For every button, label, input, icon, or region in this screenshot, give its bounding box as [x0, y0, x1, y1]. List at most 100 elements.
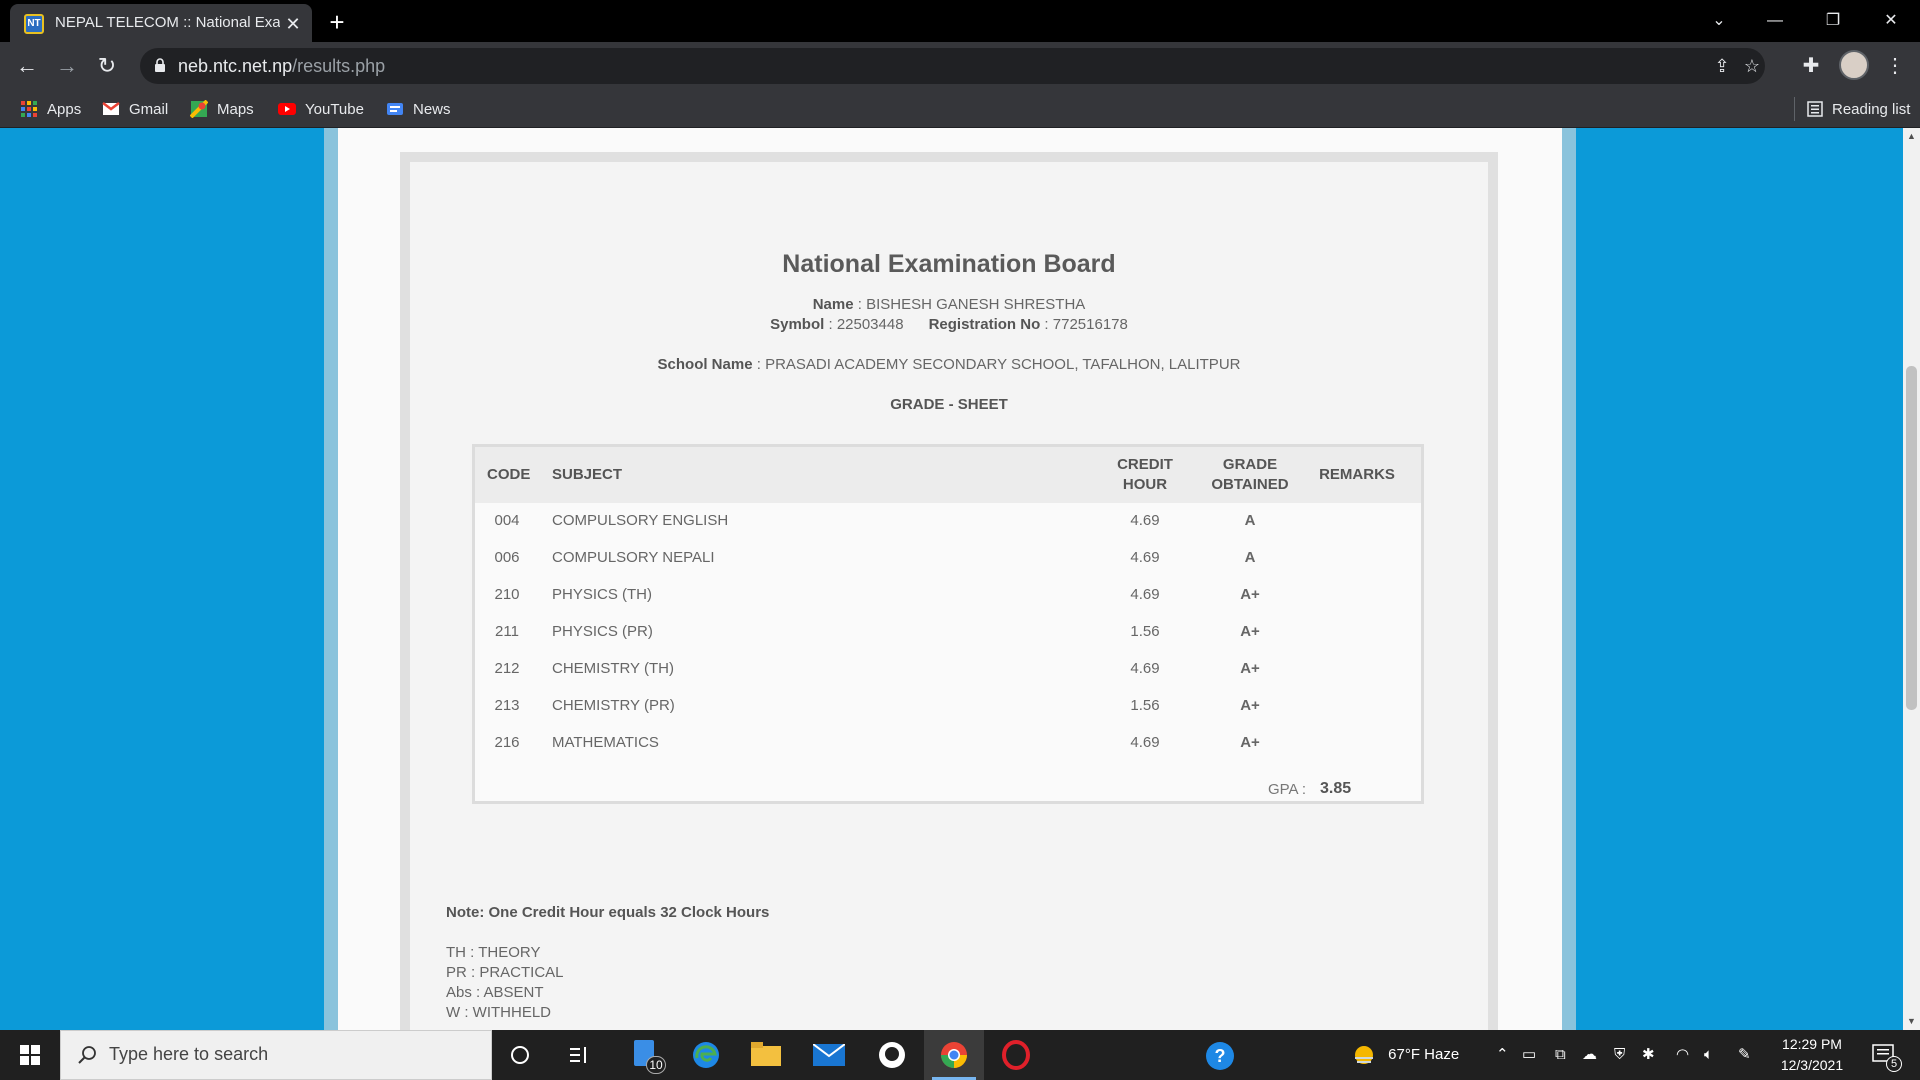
symbol-number: 22503448 — [836, 316, 904, 333]
close-window-button[interactable]: ✕ — [1868, 6, 1914, 36]
battery-icon[interactable]: ▭ — [1522, 1030, 1536, 1080]
header-grade-obtained: GRADE OBTAINED — [1200, 455, 1300, 495]
bookmark-youtube[interactable]: YouTube — [278, 97, 364, 121]
taskbar-app-github[interactable] — [862, 1030, 922, 1080]
taskbar-app-opera[interactable] — [986, 1030, 1046, 1080]
weather-widget[interactable]: 67°F Haze — [1352, 1030, 1459, 1080]
cortana-button[interactable] — [490, 1030, 550, 1080]
cell-subject: PHYSICS (TH) — [552, 586, 653, 603]
menu-kebab-icon[interactable]: ⋮ — [1880, 51, 1910, 81]
start-button[interactable] — [0, 1030, 60, 1080]
url-text[interactable]: neb.ntc.net.np/results.php — [178, 56, 385, 77]
cell-code: 213 — [494, 697, 520, 714]
cell-code: 210 — [494, 586, 520, 603]
taskbar-search-box[interactable]: Type here to search — [60, 1030, 492, 1080]
reload-button[interactable]: ↻ — [92, 51, 122, 81]
bookmark-label: Apps — [47, 100, 82, 118]
header-credit-hour: CREDIT HOUR — [1105, 455, 1185, 495]
symbol-label: Symbol — [770, 316, 825, 333]
bookmark-label: YouTube — [305, 100, 364, 118]
bookmark-star-icon[interactable]: ☆ — [1740, 54, 1764, 78]
new-tab-button[interactable]: + — [322, 8, 352, 36]
show-hidden-icons[interactable]: ⌃ — [1496, 1030, 1509, 1080]
browser-tab[interactable]: NT NEPAL TELECOM :: National Exam ✕ — [10, 4, 312, 42]
cell-subject: PHYSICS (PR) — [552, 623, 653, 640]
help-app-button[interactable]: ? — [1190, 1030, 1250, 1080]
opera-icon — [1001, 1040, 1031, 1070]
minimize-button[interactable]: — — [1752, 6, 1798, 36]
meet-now-icon[interactable]: ⧉ — [1555, 1030, 1566, 1080]
action-center-button[interactable]: 5 — [1868, 1030, 1908, 1080]
taskbar-app-file-explorer[interactable] — [737, 1030, 797, 1080]
credit-hour-note: Note: One Credit Hour equals 32 Clock Ho… — [446, 904, 770, 921]
scroll-up-icon[interactable]: ▲ — [1903, 128, 1920, 145]
registration-label: Registration No — [928, 316, 1041, 333]
header-subject: SUBJECT — [552, 466, 623, 483]
taskbar-app-mail[interactable] — [799, 1030, 859, 1080]
header-code: CODE — [487, 466, 531, 483]
header-credit-line2: HOUR — [1122, 476, 1168, 493]
name-label: Name — [812, 296, 854, 313]
student-name: BISHESH GANESH SHRESTHA — [866, 296, 1086, 313]
abbreviation-item: TH : THEORY — [446, 944, 541, 961]
restore-button[interactable]: ❐ — [1810, 6, 1856, 36]
cortana-circle-icon — [510, 1045, 530, 1065]
gmail-icon — [102, 100, 120, 118]
school-label: School Name — [657, 356, 753, 373]
browser-toolbar: ← → ↻ neb.ntc.net.np/results.php ⇪ ☆ ✚ ⋮ — [0, 42, 1920, 90]
scroll-down-icon[interactable]: ▼ — [1903, 1013, 1920, 1030]
student-name-line: Name : BISHESH GANESH SHRESTHA — [812, 296, 1086, 313]
table-row: 210 PHYSICS (TH) 4.69 A+ — [475, 577, 1421, 614]
reading-list-button[interactable]: Reading list — [1794, 97, 1910, 121]
taskbar-app-edge[interactable] — [676, 1030, 736, 1080]
wifi-icon[interactable]: ◠ — [1676, 1030, 1689, 1080]
tab-title: NEPAL TELECOM :: National Exam — [55, 14, 280, 31]
onedrive-cloud-icon[interactable]: ☁ — [1582, 1030, 1597, 1080]
grade-sheet-title: GRADE - SHEET — [890, 396, 1008, 413]
address-bar[interactable]: neb.ntc.net.np/results.php ⇪ ☆ — [140, 48, 1765, 84]
bookmark-news[interactable]: News — [386, 97, 451, 121]
cell-code: 212 — [494, 660, 520, 677]
page-viewport: National Examination Board Name : BISHES… — [0, 128, 1903, 1030]
bookmark-label: Gmail — [129, 100, 169, 118]
notification-app-icon[interactable]: ✱ — [1642, 1030, 1655, 1080]
school-name: PRASADI ACADEMY SECONDARY SCHOOL, TAFALH… — [765, 356, 1241, 373]
tab-search-icon[interactable]: ⌄ — [1696, 6, 1742, 36]
table-row: 211 PHYSICS (PR) 1.56 A+ — [475, 614, 1421, 651]
task-view-button[interactable] — [550, 1030, 610, 1080]
search-icon — [77, 1045, 97, 1065]
youtube-icon — [278, 100, 296, 118]
back-button[interactable]: ← — [12, 51, 42, 81]
right-border-band — [1562, 128, 1576, 1030]
cell-subject: MATHEMATICS — [552, 734, 659, 751]
share-icon[interactable]: ⇪ — [1710, 54, 1734, 78]
cell-credit: 4.69 — [1130, 549, 1160, 566]
folder-icon — [751, 1042, 781, 1068]
page-scrollbar[interactable]: ▲ ▼ — [1903, 128, 1920, 1030]
pen-workspace-icon[interactable]: ✎ — [1738, 1030, 1751, 1080]
app-badge: 10 — [646, 1056, 666, 1074]
system-clock[interactable]: 12:29 PM 12/3/2021 — [1772, 1034, 1852, 1076]
cell-subject: CHEMISTRY (TH) — [552, 660, 674, 677]
volume-icon[interactable]: 🔈︎ — [1704, 1030, 1713, 1080]
taskbar-app-file-manager[interactable]: 10 — [620, 1030, 680, 1080]
lock-icon[interactable] — [154, 58, 166, 73]
result-card: National Examination Board Name : BISHES… — [400, 152, 1498, 1030]
content-wrapper: National Examination Board Name : BISHES… — [338, 128, 1562, 1030]
cell-grade: A+ — [1240, 623, 1260, 640]
haze-weather-icon — [1352, 1043, 1376, 1067]
header-credit-line1: CREDIT — [1117, 456, 1173, 473]
forward-button[interactable]: → — [52, 51, 82, 81]
close-tab-icon[interactable]: ✕ — [282, 13, 304, 35]
cell-grade: A — [1244, 512, 1256, 529]
profile-avatar[interactable] — [1839, 50, 1869, 80]
extensions-puzzle-icon[interactable]: ✚ — [1796, 51, 1826, 81]
gpa-value: 3.85 — [1320, 780, 1352, 797]
taskbar-app-chrome[interactable] — [924, 1030, 984, 1080]
scrollbar-thumb[interactable] — [1906, 366, 1917, 710]
cell-code: 216 — [494, 734, 520, 751]
security-icon[interactable]: ⛨ — [1614, 1030, 1625, 1080]
bookmark-gmail[interactable]: Gmail — [102, 97, 168, 121]
bookmark-apps[interactable]: Apps — [20, 97, 81, 121]
bookmark-maps[interactable]: Maps — [190, 97, 254, 121]
